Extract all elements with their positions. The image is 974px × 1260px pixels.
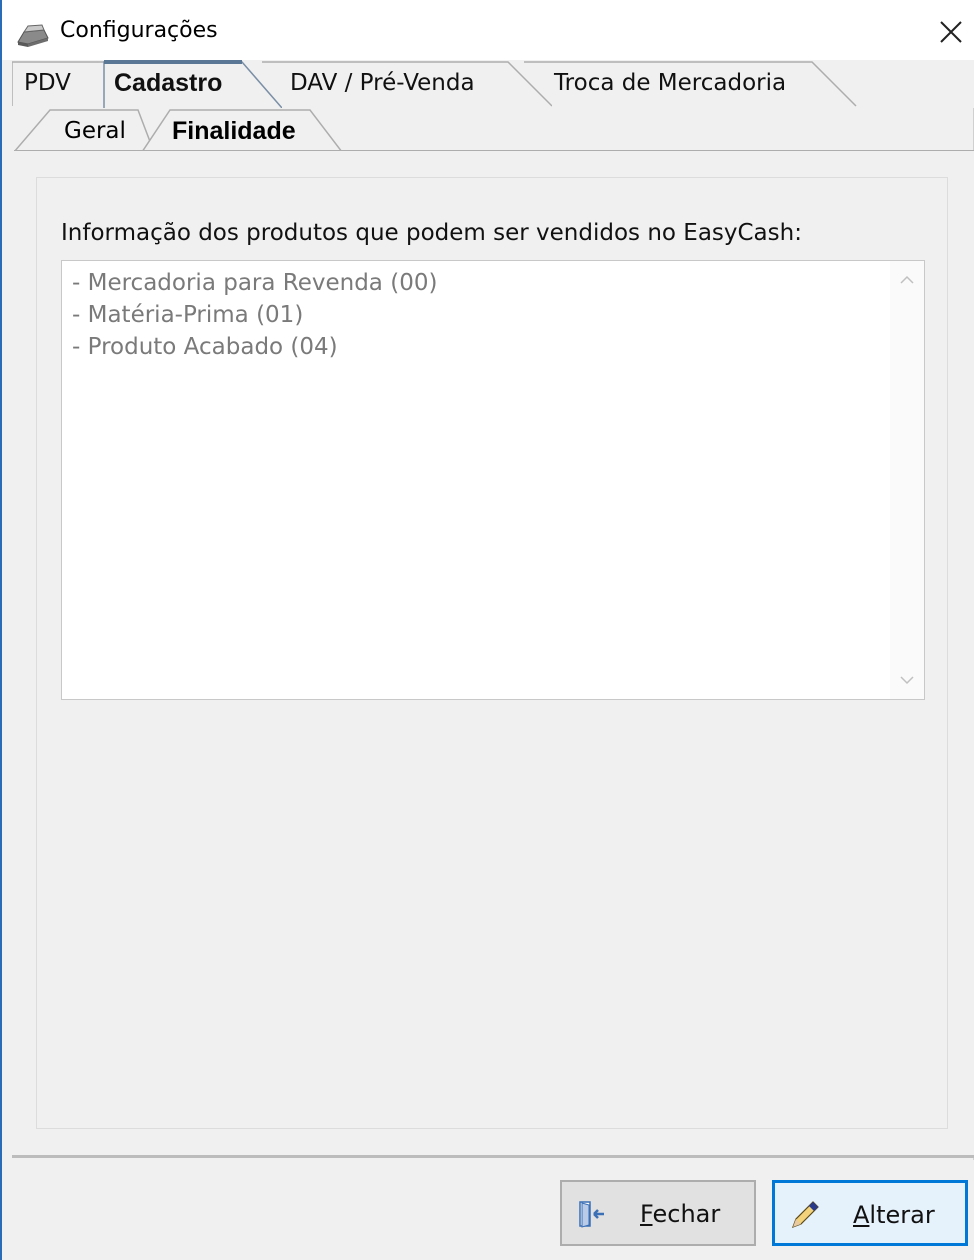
alterar-label: Alterar: [853, 1201, 935, 1229]
configuracoes-window: Configurações PDV DAV / Pré-Venda Troca …: [0, 0, 974, 1260]
fechar-label: Fechar: [640, 1200, 721, 1228]
title-bar: Configurações: [2, 0, 974, 60]
subtab-label: Finalidade: [172, 117, 296, 145]
close-icon: [940, 21, 962, 43]
list-item: - Produto Acabado (04): [72, 334, 338, 360]
tab-cadastro[interactable]: Cadastro: [102, 60, 282, 108]
group-label: Informação dos produtos que podem ser ve…: [61, 220, 802, 246]
footer-divider: [12, 1155, 974, 1158]
window-title: Configurações: [60, 18, 218, 43]
product-purpose-list[interactable]: - Mercadoria para Revenda (00) - Matéria…: [61, 260, 925, 700]
vertical-scrollbar[interactable]: [890, 261, 924, 699]
tab-troca-de-mercadoria[interactable]: Troca de Mercadoria: [524, 60, 864, 107]
tab-label: Cadastro: [114, 69, 223, 97]
pencil-icon: [791, 1201, 819, 1229]
subtab-geral[interactable]: Geral: [14, 108, 154, 152]
fechar-button[interactable]: Fechar: [560, 1180, 756, 1246]
list-item: - Matéria-Prima (01): [72, 302, 304, 328]
tab-pdv[interactable]: PDV: [12, 60, 112, 106]
sub-tab-strip: Geral Finalidade: [12, 108, 974, 152]
tab-label: DAV / Pré-Venda: [290, 70, 475, 96]
finalidade-page: Informação dos produtos que podem ser ve…: [14, 150, 974, 1155]
tab-label: Troca de Mercadoria: [554, 70, 787, 96]
chevron-up-icon: [900, 275, 914, 284]
close-button[interactable]: [928, 8, 974, 56]
chevron-down-icon: [900, 676, 914, 685]
tab-dav-pre-venda[interactable]: DAV / Pré-Venda: [262, 60, 552, 107]
scroll-up-button[interactable]: [890, 265, 924, 295]
products-group: Informação dos produtos que podem ser ve…: [36, 177, 948, 1129]
main-tab-strip: PDV DAV / Pré-Venda Troca de Mercadoria …: [2, 60, 974, 108]
footer-bar: Fechar Alterar: [12, 1160, 974, 1260]
subtab-label: Geral: [64, 118, 126, 144]
list-item: - Mercadoria para Revenda (00): [72, 270, 438, 296]
cash-register-icon: [17, 24, 49, 47]
exit-door-icon: [579, 1201, 604, 1228]
subtab-finalidade[interactable]: Finalidade: [142, 108, 352, 152]
scroll-down-button[interactable]: [890, 665, 924, 695]
alterar-button[interactable]: Alterar: [772, 1180, 968, 1246]
tab-label: PDV: [24, 70, 71, 96]
